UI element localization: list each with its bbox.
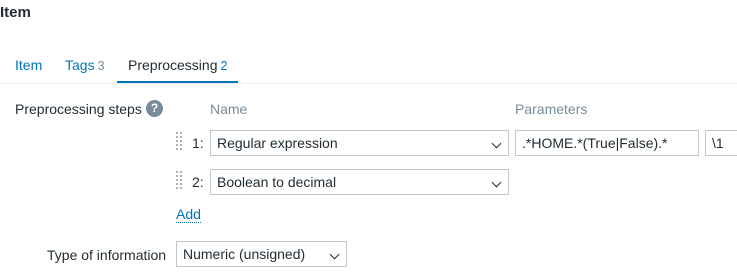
- type-of-information-label: Type of information: [47, 247, 167, 263]
- step-2-type-select[interactable]: Boolean to decimal: [210, 169, 509, 195]
- tab-divider: [0, 83, 737, 84]
- chevron-down-icon: [329, 249, 340, 260]
- step-1-parameter-output[interactable]: [705, 130, 737, 156]
- page-title: Item: [0, 4, 31, 21]
- tab-tags[interactable]: Tags 3: [65, 48, 105, 82]
- add-step-link[interactable]: Add: [176, 207, 201, 223]
- chevron-down-icon: [491, 138, 502, 149]
- type-of-information-select[interactable]: Numeric (unsigned): [176, 241, 347, 267]
- step-1-type-value: Regular expression: [217, 135, 338, 151]
- preprocessing-steps-label: Preprocessing steps: [15, 101, 142, 117]
- step-1-type-select[interactable]: Regular expression: [210, 130, 509, 156]
- tab-tags-label: Tags: [65, 57, 95, 73]
- tab-tags-count: 3: [97, 59, 105, 73]
- chevron-down-icon: [491, 177, 502, 188]
- step-number: 2:: [192, 174, 204, 190]
- tab-preprocessing[interactable]: Preprocessing 2: [117, 48, 239, 83]
- tab-item-label: Item: [15, 57, 43, 73]
- tab-bar: Item Tags 3 Preprocessing 2: [0, 48, 737, 83]
- tab-preprocessing-label: Preprocessing: [128, 57, 218, 73]
- type-of-information-value: Numeric (unsigned): [183, 246, 306, 262]
- help-icon[interactable]: ?: [146, 100, 163, 117]
- tab-preprocessing-count: 2: [220, 59, 228, 73]
- drag-handle-icon[interactable]: [176, 171, 184, 191]
- step-2-type-value: Boolean to decimal: [217, 174, 337, 190]
- step-1-parameter-pattern[interactable]: [515, 130, 699, 156]
- step-number: 1:: [192, 135, 204, 151]
- drag-handle-icon[interactable]: [176, 132, 184, 152]
- column-header-name: Name: [210, 101, 248, 117]
- column-header-parameters: Parameters: [515, 101, 588, 117]
- tab-item[interactable]: Item: [15, 48, 42, 82]
